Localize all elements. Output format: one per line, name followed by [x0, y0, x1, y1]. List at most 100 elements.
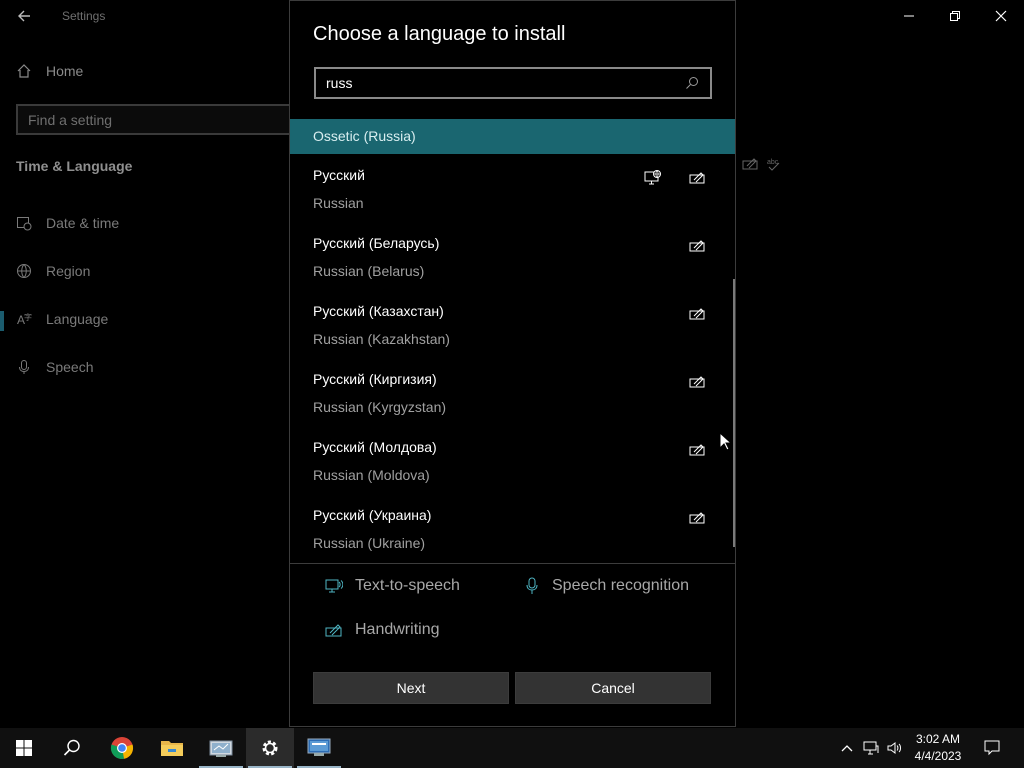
handwriting-icon: [687, 304, 707, 322]
show-hidden-icons-button[interactable]: [836, 728, 858, 768]
language-native-name: Русский (Украина): [313, 507, 432, 523]
notifications-icon: [984, 740, 1000, 756]
language-list: Ossetic (Russia) Русский Russian Русский…: [290, 119, 735, 563]
action-center-button[interactable]: [976, 728, 1008, 768]
close-button[interactable]: [978, 0, 1024, 32]
language-search-input[interactable]: [326, 75, 682, 91]
nav-home[interactable]: Home: [16, 63, 83, 79]
next-button[interactable]: Next: [313, 672, 509, 704]
taskbar-file-explorer[interactable]: [148, 728, 196, 768]
back-button[interactable]: [10, 4, 38, 28]
nav-item-label: Region: [46, 263, 91, 279]
nav-item-date-time[interactable]: Date & time: [16, 215, 119, 231]
language-item-ossetic-russia[interactable]: Ossetic (Russia): [290, 119, 735, 154]
search-button[interactable]: [682, 73, 702, 93]
legend-label: Speech recognition: [552, 577, 689, 594]
language-feature-icons-bg: abc: [742, 156, 782, 172]
legend-label: Handwriting: [355, 621, 440, 638]
feature-icons: [687, 372, 707, 390]
back-arrow-icon: [18, 10, 30, 22]
feature-icons: [687, 440, 707, 458]
chrome-icon: [110, 737, 134, 759]
nav-item-speech[interactable]: Speech: [16, 359, 93, 375]
language-english-name: Russian (Belarus): [313, 263, 425, 279]
language-english-name: Russian: [313, 195, 364, 211]
language-icon: A字: [17, 312, 32, 327]
network-tray-button[interactable]: [860, 728, 882, 768]
language-native-name: Ossetic (Russia): [313, 128, 416, 144]
legend-text-to-speech: Text-to-speech: [325, 577, 460, 595]
section-title: Time & Language: [16, 158, 133, 174]
app-title: Settings: [62, 9, 106, 23]
spellcheck-icon: abc: [767, 159, 780, 171]
restore-button[interactable]: [932, 0, 978, 32]
feature-icons: [687, 508, 707, 526]
handwriting-icon: [687, 440, 707, 458]
taskbar-chrome[interactable]: [98, 728, 146, 768]
language-search-box: [314, 67, 712, 99]
nav-item-label: Language: [46, 311, 109, 327]
nav-active-indicator: [0, 311, 4, 331]
remote-desktop-icon: [307, 738, 331, 756]
calendar-clock-icon: [17, 217, 32, 231]
taskbar-settings[interactable]: [246, 728, 294, 768]
language-native-name: Русский (Киргизия): [313, 371, 437, 387]
handwriting-icon: [687, 372, 707, 390]
taskbar-search-button[interactable]: [48, 728, 96, 768]
legend-handwriting: Handwriting: [325, 621, 439, 639]
language-english-name: Russian (Ukraine): [313, 535, 426, 551]
language-native-name: Русский (Молдова): [313, 439, 437, 455]
feature-icons: [643, 168, 707, 186]
language-english-name: Russian (Kyrgyzstan): [313, 399, 447, 415]
language-item-russian-belarus[interactable]: Русский (Беларусь) Russian (Belarus): [290, 222, 735, 290]
language-item-russian-moldova[interactable]: Русский (Молдова) Russian (Moldova): [290, 426, 735, 494]
taskbar-remote-desktop[interactable]: [295, 728, 343, 768]
language-native-name: Русский: [313, 167, 365, 183]
clock-date: 4/4/2023: [914, 749, 962, 763]
language-item-russian[interactable]: Русский Russian: [290, 154, 735, 222]
taskbar: 3:02 AM 4/4/2023: [0, 728, 1024, 768]
list-scrollbar[interactable]: [733, 279, 735, 547]
legend-label: Text-to-speech: [355, 577, 460, 594]
language-native-name: Русский (Казахстан): [313, 303, 444, 319]
network-icon: [863, 741, 879, 755]
globe-icon: [17, 264, 31, 278]
restore-icon: [950, 11, 960, 21]
network-app-icon: [209, 740, 233, 757]
language-native-name: Русский (Беларусь): [313, 235, 440, 251]
chevron-up-icon: [841, 745, 853, 752]
choose-language-dialog: Choose a language to install Ossetic (Ru…: [289, 0, 736, 727]
legend-divider: [290, 563, 735, 564]
minimize-button[interactable]: [886, 0, 932, 32]
volume-icon: [887, 742, 901, 754]
text-to-speech-icon: [325, 579, 343, 593]
dialog-title: Choose a language to install: [313, 23, 566, 45]
language-item-russian-kyrgyzstan[interactable]: Русский (Киргизия) Russian (Kyrgyzstan): [290, 358, 735, 426]
start-icon: [16, 740, 32, 756]
nav-item-region[interactable]: Region: [16, 263, 90, 279]
search-icon: [63, 739, 80, 756]
handwriting-icon: [687, 168, 707, 186]
nav-home-label: Home: [46, 63, 84, 79]
language-item-russian-ukraine[interactable]: Русский (Украина) Russian (Ukraine): [290, 494, 735, 562]
home-icon: [17, 64, 31, 78]
taskbar-network-app[interactable]: [197, 728, 245, 768]
language-english-name: Russian (Kazakhstan): [313, 331, 450, 347]
close-icon: [995, 10, 1007, 22]
volume-tray-button[interactable]: [884, 728, 906, 768]
microphone-icon: [526, 577, 538, 594]
settings-gear-icon: [262, 740, 278, 756]
nav-item-language[interactable]: A字 Language: [16, 311, 108, 327]
find-setting-input[interactable]: Find a setting: [16, 104, 292, 135]
svg-text:字: 字: [24, 312, 32, 322]
legend-speech-recognition: Speech recognition: [524, 577, 689, 595]
cancel-button[interactable]: Cancel: [515, 672, 711, 704]
language-english-name: Russian (Moldova): [313, 467, 430, 483]
nav-item-label: Speech: [46, 359, 94, 375]
language-item-russian-kazakhstan[interactable]: Русский (Казахстан) Russian (Kazakhstan): [290, 290, 735, 358]
taskbar-clock[interactable]: 3:02 AM 4/4/2023: [906, 731, 970, 765]
search-icon: [686, 77, 698, 89]
clock-time: 3:02 AM: [915, 732, 961, 746]
start-button[interactable]: [0, 728, 48, 768]
display-language-icon: [643, 168, 663, 186]
